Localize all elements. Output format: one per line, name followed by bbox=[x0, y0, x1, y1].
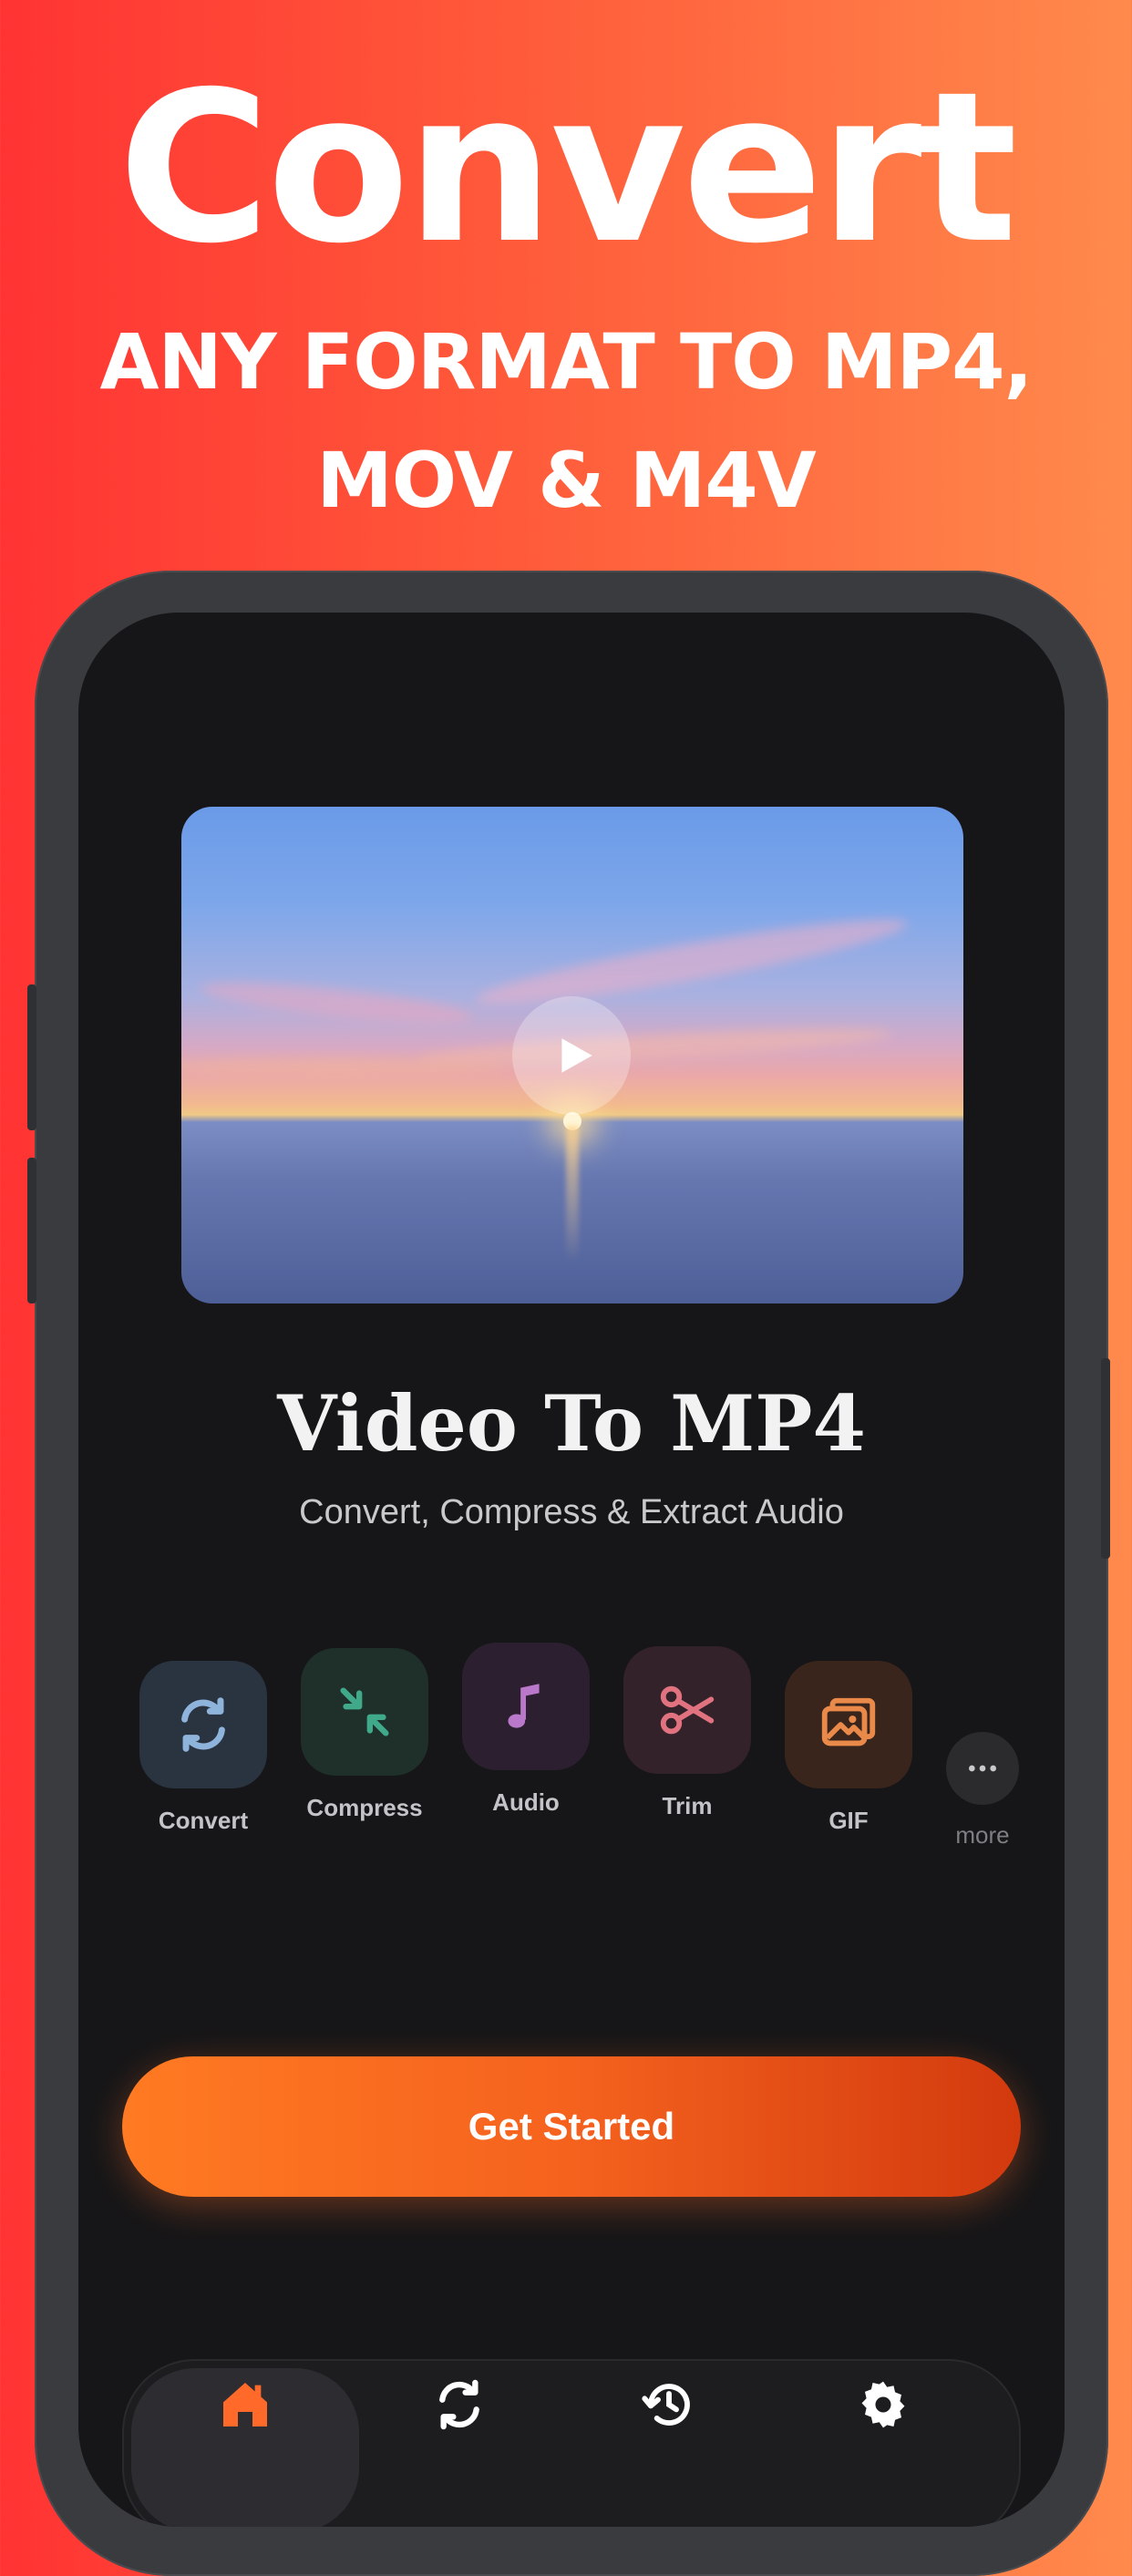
promo-title: Convert bbox=[118, 46, 1018, 289]
home-icon bbox=[223, 2383, 267, 2427]
tool-label-convert: Convert bbox=[158, 1807, 249, 1834]
convert-arrows-icon bbox=[181, 1697, 225, 1752]
tab-convert[interactable] bbox=[391, 2359, 528, 2450]
photos-icon bbox=[821, 1697, 876, 1747]
phone-power-button bbox=[1101, 1358, 1110, 1559]
tab-history[interactable] bbox=[601, 2359, 737, 2450]
tool-compress[interactable]: Compress bbox=[301, 1648, 428, 1822]
app-title: Video To MP4 bbox=[277, 1378, 866, 1468]
compress-arrows-icon bbox=[340, 1687, 389, 1736]
convert-icon bbox=[439, 2379, 479, 2430]
tool-label-trim: Trim bbox=[662, 1792, 713, 1819]
tool-label-gif: GIF bbox=[828, 1807, 869, 1834]
promo-subtitle-line1: ANY FORMAT TO MP4, bbox=[99, 317, 1034, 407]
play-icon bbox=[561, 1038, 592, 1073]
tool-label-compress: Compress bbox=[306, 1794, 423, 1821]
phone-volume-up bbox=[27, 984, 36, 1130]
play-button[interactable] bbox=[512, 996, 631, 1115]
more-dots-icon bbox=[946, 1732, 1019, 1805]
promo-subtitle-line2: MOV & M4V bbox=[316, 436, 817, 525]
tool-label-audio: Audio bbox=[492, 1788, 560, 1816]
tool-gif[interactable]: GIF bbox=[785, 1661, 912, 1835]
tab-bar bbox=[122, 2359, 1021, 2527]
scissors-icon bbox=[660, 1685, 715, 1735]
app-subtitle: Convert, Compress & Extract Audio bbox=[299, 1493, 844, 1531]
more-button[interactable]: more bbox=[937, 1732, 1028, 1850]
settings-gear-icon bbox=[861, 2381, 905, 2428]
get-started-button[interactable]: Get Started bbox=[122, 2056, 1021, 2197]
tab-home[interactable] bbox=[177, 2359, 314, 2450]
sun-reflection bbox=[566, 1126, 579, 1262]
more-label: more bbox=[955, 1821, 1010, 1849]
phone-screen: Video To MP4 Convert, Compress & Extract… bbox=[78, 613, 1065, 2527]
tab-settings[interactable] bbox=[815, 2359, 952, 2450]
phone-volume-down bbox=[27, 1158, 36, 1303]
tool-audio[interactable]: Audio bbox=[462, 1643, 590, 1817]
music-note-icon bbox=[508, 1684, 540, 1728]
video-preview[interactable] bbox=[181, 807, 963, 1303]
history-icon bbox=[642, 2384, 690, 2426]
tool-convert[interactable]: Convert bbox=[139, 1661, 267, 1835]
tool-trim[interactable]: Trim bbox=[623, 1646, 751, 1820]
